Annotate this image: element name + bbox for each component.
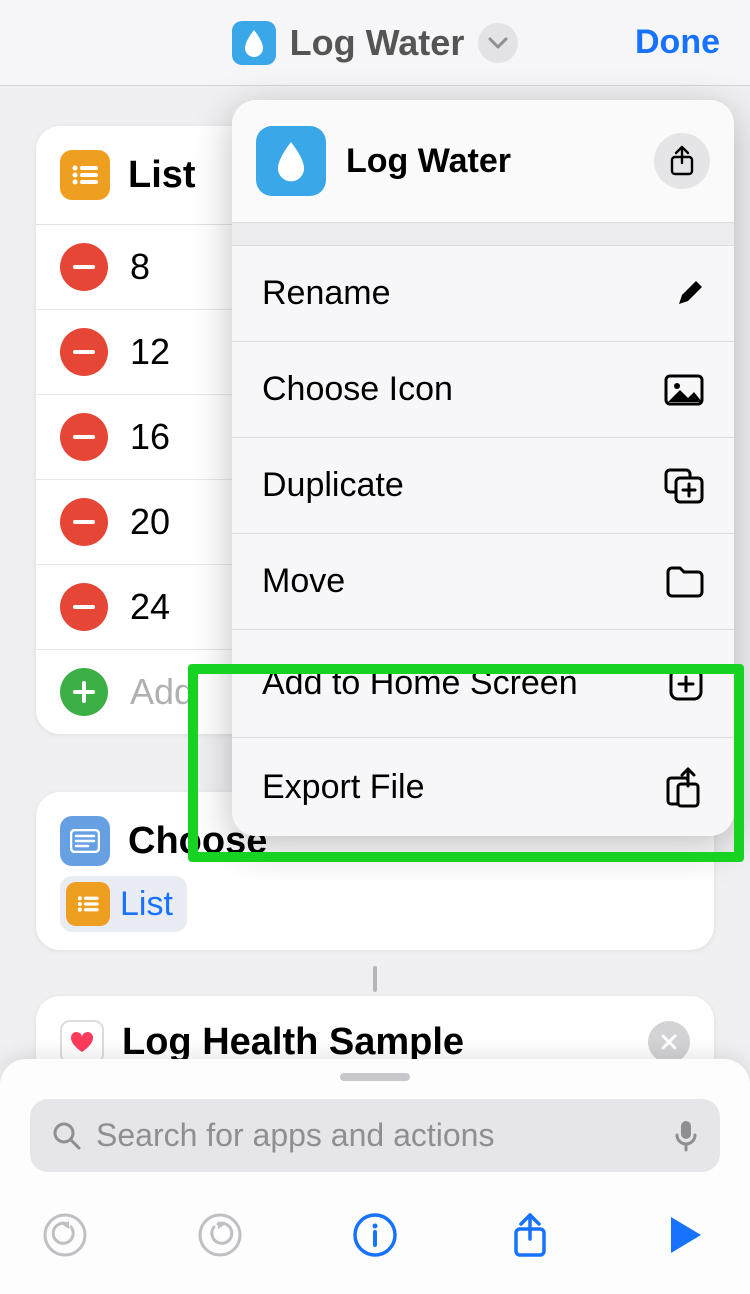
sheet-grabber[interactable] (340, 1073, 410, 1081)
menu-item-label: Export File (262, 768, 425, 807)
water-icon (256, 126, 326, 196)
shortcut-options-popover: Log Water Rename Choose Icon Duplicate M… (232, 100, 734, 836)
share-button[interactable] (654, 133, 710, 189)
menu-item-label: Move (262, 562, 345, 601)
shortcut-title-dropdown[interactable]: Log Water (232, 21, 519, 65)
add-to-home-screen-menu-item[interactable]: Add to Home Screen (232, 630, 734, 738)
remove-item-button[interactable] (60, 328, 108, 376)
search-icon (52, 1121, 82, 1151)
popover-divider (232, 222, 734, 246)
health-heart-icon (60, 1020, 104, 1064)
list-item-value: 20 (130, 501, 170, 543)
rename-menu-item[interactable]: Rename (232, 246, 734, 342)
list-bullets-icon (66, 882, 110, 926)
bottom-toolbar (0, 1196, 750, 1294)
add-item-button[interactable] (60, 668, 108, 716)
list-item-value: 12 (130, 331, 170, 373)
microphone-icon[interactable] (674, 1119, 698, 1153)
log-health-title: Log Health Sample (122, 1021, 464, 1064)
choose-input-pill[interactable]: List (60, 876, 187, 932)
duplicate-menu-item[interactable]: Duplicate (232, 438, 734, 534)
menu-item-label: Duplicate (262, 466, 404, 505)
list-item-value: 24 (130, 586, 170, 628)
list-card-title: List (128, 154, 196, 197)
choose-input-label: List (120, 885, 173, 924)
menu-item-label: Choose Icon (262, 370, 453, 409)
remove-item-button[interactable] (60, 498, 108, 546)
delete-action-button[interactable] (648, 1021, 690, 1063)
plus-square-icon (668, 666, 704, 702)
menu-item-label: Rename (262, 274, 391, 313)
remove-item-button[interactable] (60, 583, 108, 631)
actions-search-sheet[interactable]: Search for apps and actions (0, 1059, 750, 1294)
list-item-value: 8 (130, 246, 150, 288)
remove-item-button[interactable] (60, 243, 108, 291)
nav-bar: Log Water Done (0, 0, 750, 86)
menu-item-label: Add to Home Screen (262, 664, 578, 703)
move-menu-item[interactable]: Move (232, 534, 734, 630)
redo-button[interactable] (191, 1206, 249, 1264)
remove-item-button[interactable] (60, 413, 108, 461)
run-button[interactable] (656, 1206, 714, 1264)
popover-header: Log Water (232, 100, 734, 222)
list-item-value: 16 (130, 416, 170, 458)
undo-button[interactable] (36, 1206, 94, 1264)
search-field[interactable]: Search for apps and actions (30, 1099, 720, 1172)
export-docs-icon (662, 766, 704, 808)
nav-title-text: Log Water (290, 22, 465, 64)
share-toolbar-button[interactable] (501, 1206, 559, 1264)
search-placeholder: Search for apps and actions (96, 1117, 660, 1154)
picture-icon (664, 374, 704, 406)
folder-icon (664, 566, 704, 598)
popover-title: Log Water (346, 142, 634, 181)
add-item-placeholder: Add (130, 671, 194, 713)
info-button[interactable] (346, 1206, 404, 1264)
choose-list-icon (60, 816, 110, 866)
action-connector (373, 966, 377, 992)
pencil-icon (674, 279, 704, 309)
done-button[interactable]: Done (635, 0, 720, 85)
chevron-down-icon (478, 23, 518, 63)
choose-icon-menu-item[interactable]: Choose Icon (232, 342, 734, 438)
duplicate-icon (664, 468, 704, 504)
list-bullets-icon (60, 150, 110, 200)
water-icon (232, 21, 276, 65)
export-file-menu-item[interactable]: Export File (232, 738, 734, 836)
